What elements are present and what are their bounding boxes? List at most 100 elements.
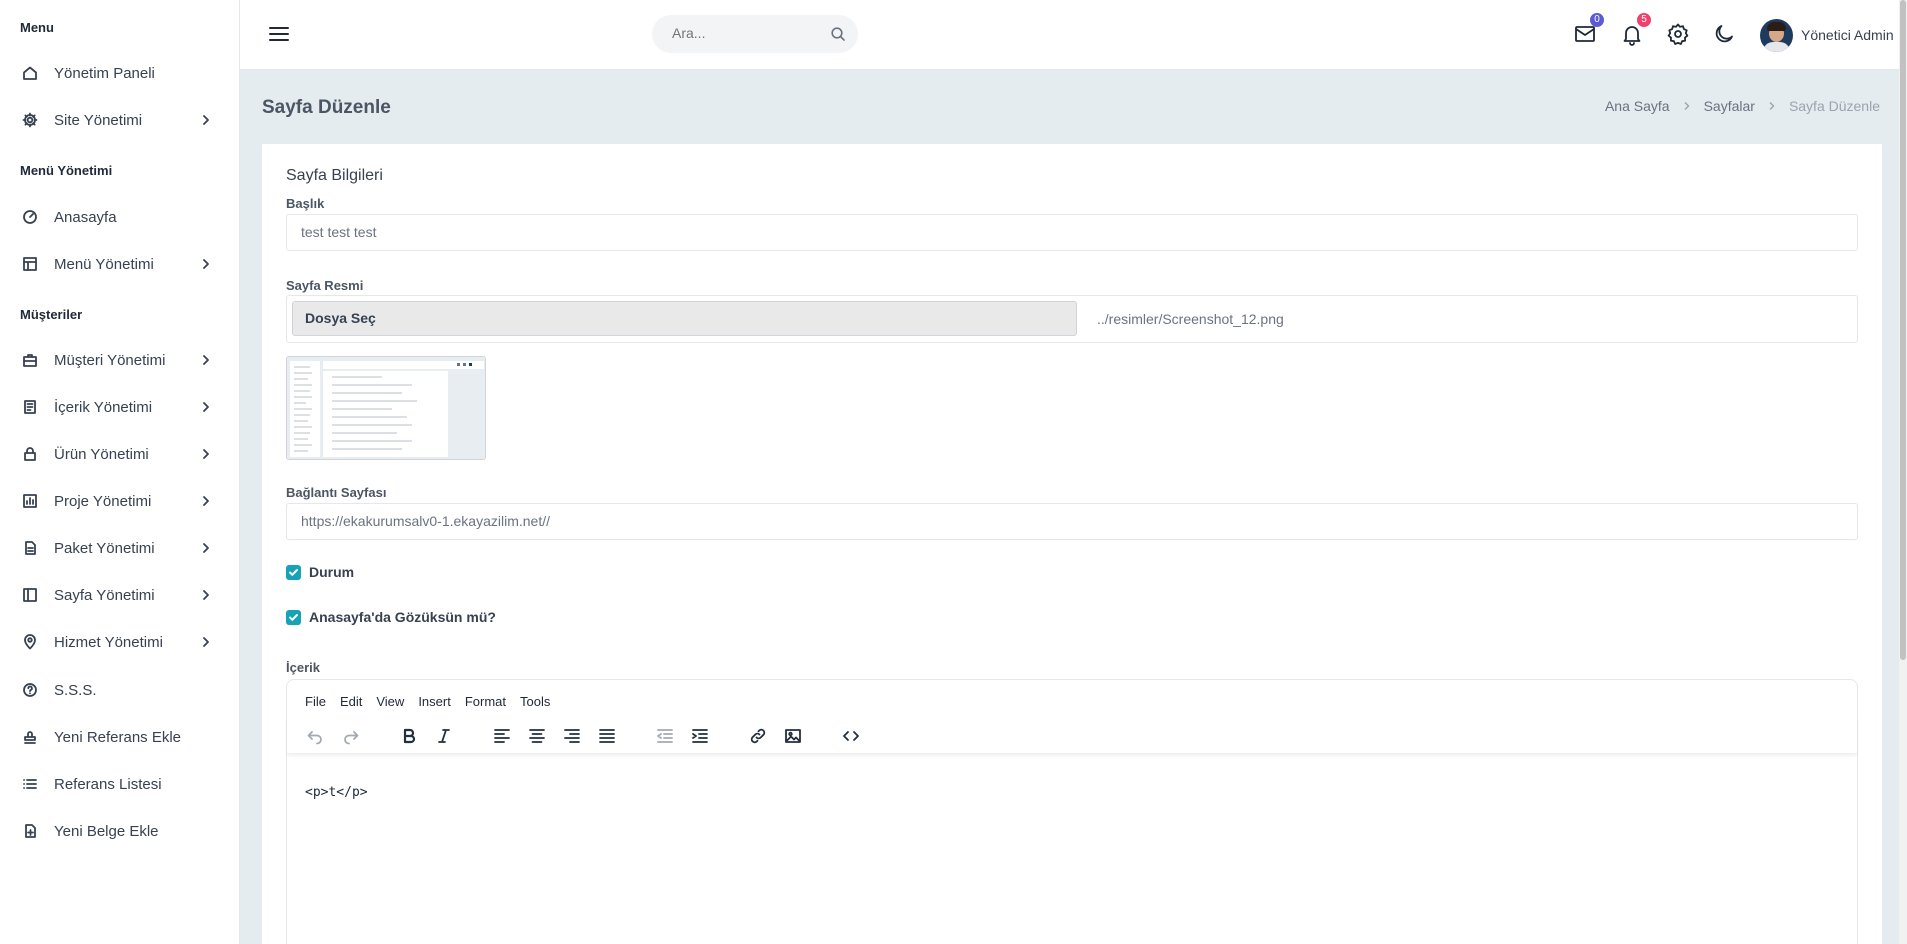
chevron-right-icon [199,588,213,602]
bell-icon [1620,26,1644,50]
sidebar-item-label: Proje Yönetimi [54,492,152,510]
sidebar-item-label: S.S.S. [54,681,97,699]
sidebar-item-label: Hizmet Yönetimi [54,633,163,651]
sidebar-item-hizmet-yonetimi[interactable]: Hizmet Yönetimi [0,622,239,662]
lock-icon [22,446,38,462]
italic-icon[interactable] [434,726,454,746]
breadcrumb-item-home[interactable]: Ana Sayfa [1605,98,1670,114]
editor-menu-view[interactable]: View [376,694,404,709]
avatar [1760,18,1793,52]
rich-text-editor: File Edit View Insert Format Tools <p>t<… [286,679,1858,944]
hamburger-menu-icon[interactable] [268,24,290,44]
editor-content[interactable]: <p>t</p> [305,785,368,800]
question-circle-icon [22,682,38,698]
sidebar-item-referans-listesi[interactable]: Referans Listesi [0,764,239,804]
status-label: Durum [309,564,355,580]
settings-button[interactable] [1666,22,1690,46]
sidebar-item-menu-yonetimi[interactable]: Menü Yönetimi [0,244,239,284]
gear-icon [22,112,38,128]
file-icon [22,540,38,556]
chevron-right-icon [1767,99,1777,114]
scrollbar-thumb[interactable] [1900,0,1906,660]
user-name: Yönetici Admin [1801,27,1894,43]
page-title: Sayfa Düzenle [262,97,391,118]
image-label: Sayfa Resmi [286,278,364,293]
notification-button[interactable]: 5 [1620,13,1651,46]
user-menu[interactable]: Yönetici Admin [1760,18,1894,52]
sidebar-item-paket-yonetimi[interactable]: Paket Yönetimi [0,528,239,568]
image-preview [286,356,486,460]
show-home-checkbox-row[interactable]: Anasayfa'da Gözüksün mü? [286,609,496,625]
status-checkbox[interactable] [286,564,301,580]
sidebar-item-urun-yonetimi[interactable]: Ürün Yönetimi [0,434,239,474]
editor-menu-tools[interactable]: Tools [520,694,550,709]
location-pin-icon [22,634,38,650]
home-icon [22,65,38,81]
sidebar-layout-icon [22,587,38,603]
editor-menu-file[interactable]: File [305,694,326,709]
sidebar-item-label: Anasayfa [54,208,117,226]
sidebar-section-title: Müşteriler [20,307,83,322]
editor-menu-edit[interactable]: Edit [340,694,362,709]
undo-icon[interactable] [305,726,325,746]
briefcase-icon [22,352,38,368]
outdent-icon[interactable] [655,726,675,746]
align-left-icon[interactable] [492,726,512,746]
sidebar-item-sayfa-yonetimi[interactable]: Sayfa Yönetimi [0,575,239,615]
chevron-right-icon [1682,99,1692,114]
sidebar-item-musteri-yonetimi[interactable]: Müşteri Yönetimi [0,340,239,380]
chevron-right-icon [199,113,213,127]
sidebar-item-yonetim-paneli[interactable]: Yönetim Paneli [0,53,239,93]
sidebar-item-yeni-referans-ekle[interactable]: Yeni Referans Ekle [0,717,239,757]
chevron-right-icon [199,257,213,271]
show-home-checkbox[interactable] [286,609,301,625]
editor-menubar: File Edit View Insert Format Tools [305,694,564,709]
sidebar-item-label: Yönetim Paneli [54,64,155,82]
link-icon[interactable] [748,726,768,746]
sidebar-item-sss[interactable]: S.S.S. [0,670,239,710]
chevron-right-icon [199,353,213,367]
topbar: 0 5 Yönetici Admin [240,0,1907,70]
main-content: Sayfa Düzenle Ana Sayfa Sayfalar Sayfa D… [240,70,1907,944]
image-icon[interactable] [783,726,803,746]
indent-icon[interactable] [690,726,710,746]
chevron-right-icon [199,400,213,414]
chevron-right-icon [199,447,213,461]
sidebar: Menu Yönetim Paneli Site Yönetimi Menü Y… [0,0,240,944]
moon-icon [1712,25,1736,50]
mail-count-badge: 0 [1590,13,1604,27]
sidebar-item-label: Menü Yönetimi [54,255,154,273]
align-right-icon[interactable] [562,726,582,746]
breadcrumb-item-pages[interactable]: Sayfalar [1704,98,1755,114]
sidebar-item-label: Paket Yönetimi [54,539,155,557]
sidebar-item-label: Müşteri Yönetimi [54,351,166,369]
sidebar-item-yeni-belge-ekle[interactable]: Yeni Belge Ekle [0,811,239,851]
bold-icon[interactable] [399,726,419,746]
dark-mode-toggle[interactable] [1712,22,1736,46]
sidebar-item-proje-yonetimi[interactable]: Proje Yönetimi [0,481,239,521]
align-center-icon[interactable] [527,726,547,746]
editor-toolbar [287,718,1857,754]
sidebar-item-icerik-yonetimi[interactable]: İçerik Yönetimi [0,387,239,427]
editor-menu-insert[interactable]: Insert [418,694,451,709]
redo-icon[interactable] [341,726,361,746]
sidebar-item-label: Site Yönetimi [54,111,143,129]
title-input[interactable]: test test test [286,214,1858,251]
sidebar-item-site-yonetimi[interactable]: Site Yönetimi [0,100,239,140]
align-justify-icon[interactable] [597,726,617,746]
editor-menu-format[interactable]: Format [465,694,506,709]
source-code-icon[interactable] [841,726,861,746]
sidebar-item-label: Yeni Referans Ekle [54,728,182,746]
chart-icon [22,493,38,509]
page-scrollbar[interactable] [1899,0,1907,944]
choose-file-button[interactable]: Dosya Seç [292,301,1077,336]
show-home-label: Anasayfa'da Gözüksün mü? [309,609,496,625]
search-icon[interactable] [830,26,846,42]
search-input[interactable] [672,25,822,41]
link-input[interactable]: https://ekakurumsalv0-1.ekayazilim.net// [286,503,1858,540]
sidebar-item-anasayfa[interactable]: Anasayfa [0,197,239,237]
mail-button[interactable]: 0 [1573,13,1604,46]
sidebar-section-title: Menu [20,20,54,35]
status-checkbox-row[interactable]: Durum [286,564,354,580]
chevron-right-icon [199,494,213,508]
